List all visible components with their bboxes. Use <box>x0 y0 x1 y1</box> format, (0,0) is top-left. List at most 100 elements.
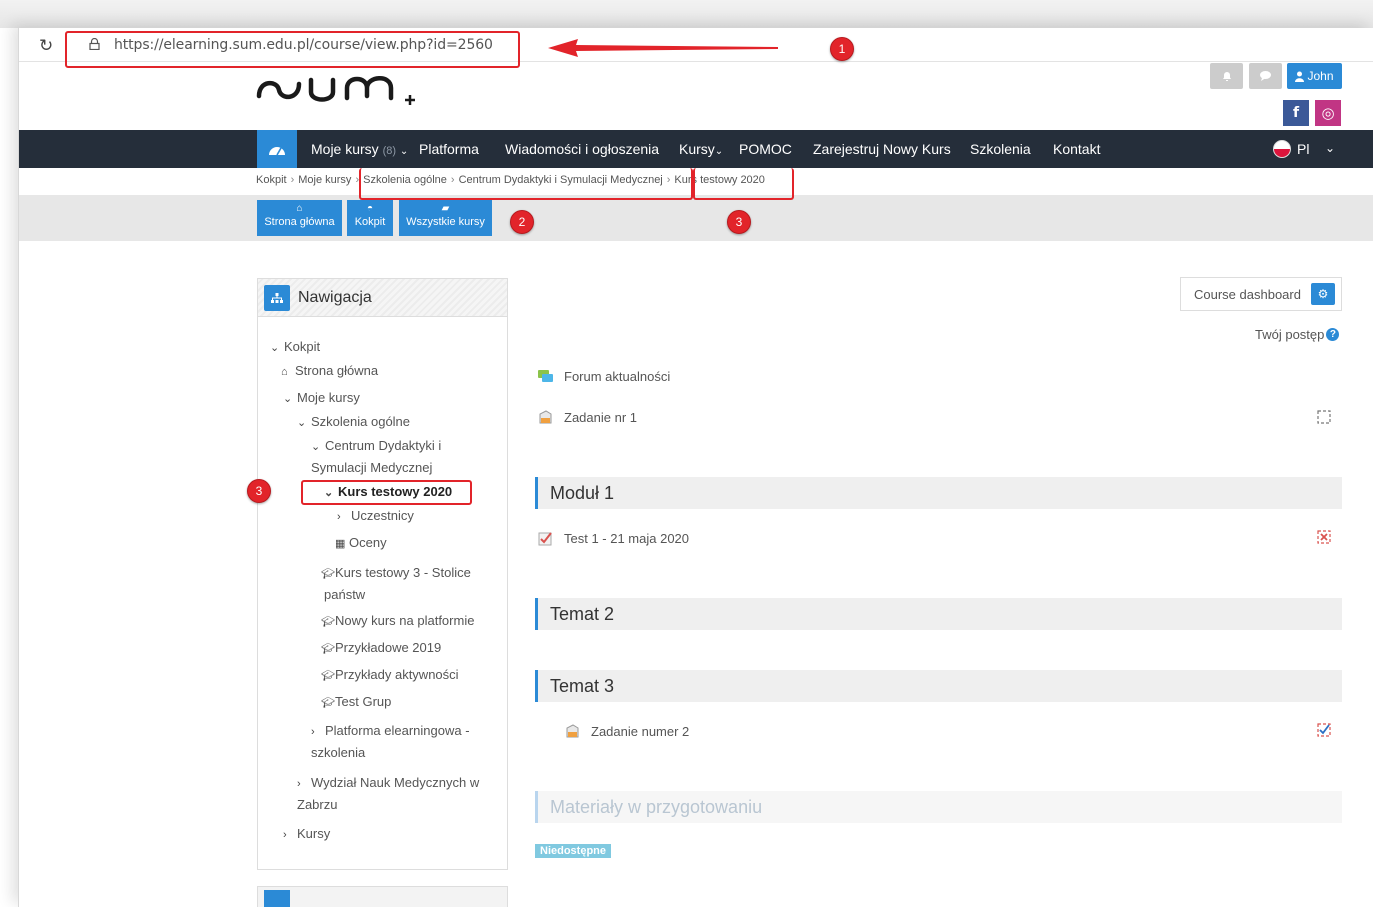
tree-label: Kurs testowy 3 - Stolice <box>335 565 471 580</box>
tree-item-kokpit[interactable]: ⌄ Kokpit <box>270 336 320 359</box>
nav-zarejestruj[interactable]: Zarejestruj Nowy Kurs <box>813 141 951 157</box>
facebook-letter: f <box>1292 105 1300 121</box>
user-icon <box>1295 71 1305 82</box>
breadcrumb-moje-kursy[interactable]: Moje kursy <box>298 174 351 186</box>
tree-item-wydzial[interactable]: › Wydział Nauk Medycznych w <box>297 772 479 795</box>
quick-kokpit-button[interactable]: ◓ Kokpit <box>347 200 393 236</box>
reload-icon[interactable]: ↻ <box>39 36 53 56</box>
notifications-button[interactable] <box>1210 63 1243 89</box>
completion-failed-icon[interactable] <box>1317 530 1331 544</box>
annotation-box-current <box>693 168 794 200</box>
quick-home-label: Strona główna <box>264 216 335 228</box>
nav-kontakt[interactable]: Kontakt <box>1053 141 1100 157</box>
graduation-cap-icon: 🎓︎ <box>321 643 335 655</box>
home-icon: ⌂ <box>296 203 303 214</box>
annotation-arrow <box>548 39 778 57</box>
nav-kursy[interactable]: Kursy⌄ <box>679 141 723 157</box>
tree-item-test-grup[interactable]: 🎓︎Test Grup <box>321 691 391 714</box>
messages-button[interactable] <box>1249 63 1282 89</box>
annotation-box-breadcrumb <box>359 168 693 200</box>
activity-test-1[interactable]: Test 1 - 21 maja 2020 <box>537 530 689 547</box>
progress-label: Twój postęp ? <box>1255 327 1340 342</box>
tree-label: Przykładowe 2019 <box>335 640 442 655</box>
chevron-down-icon[interactable]: ⌄ <box>1325 141 1335 155</box>
browser-window: ↻ https://elearning.sum.edu.pl/course/vi… <box>18 28 1373 907</box>
facebook-icon[interactable]: f <box>1283 100 1309 126</box>
dashboard-icon <box>269 146 285 155</box>
chevron-right-icon: › <box>311 726 315 738</box>
user-name: John <box>1307 69 1334 83</box>
instagram-icon[interactable]: ◎ <box>1315 100 1341 126</box>
tree-item-przyklady-aktywnosci[interactable]: 🎓︎Przykłady aktywności <box>321 664 459 687</box>
nav-moje-kursy[interactable]: Moje kursy (8) ⌄ <box>311 141 408 157</box>
navigation-title: Nawigacja <box>298 288 372 306</box>
tree-item-moje-kursy[interactable]: ⌄ Moje kursy <box>283 387 360 410</box>
tree-item-nowy-kurs[interactable]: 🎓︎Nowy kurs na platformie <box>321 610 474 633</box>
breadcrumb-separator: › <box>290 174 295 186</box>
graduation-cap-icon: 🎓︎ <box>321 670 335 682</box>
quick-all-courses-label: Wszystkie kursy <box>406 216 485 228</box>
tree-label: Przykłady aktywności <box>335 667 459 682</box>
tree-label: Wydział Nauk Medycznych w <box>311 775 480 790</box>
language-selector[interactable]: Pl <box>1273 140 1309 158</box>
tree-label: Moje kursy <box>297 390 360 405</box>
sum-logo[interactable] <box>255 66 421 110</box>
tree-item-przykladowe-2019[interactable]: 🎓︎Przykładowe 2019 <box>321 637 441 660</box>
nav-pomoc[interactable]: POMOC <box>739 141 792 157</box>
next-block-header <box>257 886 508 907</box>
chevron-right-icon: › <box>297 778 301 790</box>
tree-item-strona-glowna[interactable]: ⌂ Strona główna <box>281 360 378 383</box>
tree-label: Centrum Dydaktyki i <box>325 438 442 453</box>
quick-home-button[interactable]: ⌂ Strona główna <box>257 200 342 236</box>
completion-done-icon[interactable] <box>1317 723 1331 737</box>
annotation-box-tree-course <box>301 480 472 505</box>
main-navbar: Moje kursy (8) ⌄ Platforma Wiadomości i … <box>19 130 1373 168</box>
tree-item-kursy[interactable]: › Kursy <box>283 823 330 846</box>
activity-label: Zadanie numer 2 <box>591 724 690 739</box>
chevron-down-icon: ⌄ <box>270 342 280 354</box>
block-icon <box>264 890 290 907</box>
nav-dashboard-button[interactable] <box>257 130 297 168</box>
tree-item-kurs-testowy-3[interactable]: 🎓︎Kurs testowy 3 - Stolice <box>321 562 471 585</box>
completion-checkbox-icon[interactable] <box>1317 410 1331 424</box>
tree-item-kurs-testowy-3-line2[interactable]: państw <box>324 584 365 605</box>
nav-wiadomosci[interactable]: Wiadomości i ogłoszenia <box>505 141 659 157</box>
quick-all-courses-button[interactable]: ▰ Wszystkie kursy <box>399 200 492 236</box>
tree-label: Nowy kurs na platformie <box>335 613 475 628</box>
quick-kokpit-label: Kokpit <box>354 216 386 228</box>
dashboard-icon: ◓ <box>366 203 374 214</box>
user-menu-button[interactable]: John <box>1287 63 1342 89</box>
chevron-right-icon: › <box>337 511 341 523</box>
tree-item-wydzial-line2[interactable]: Zabrzu <box>297 794 337 815</box>
chevron-down-icon: ⌄ <box>399 146 409 157</box>
chevron-down-icon: ⌄ <box>297 417 307 429</box>
progress-text: Twój postęp <box>1255 327 1325 342</box>
nav-platforma[interactable]: Platforma <box>419 141 479 157</box>
gear-icon[interactable]: ⚙ <box>1311 283 1335 305</box>
activity-zadanie-2[interactable]: Zadanie numer 2 <box>564 723 689 740</box>
tree-label: Szkolenia ogólne <box>311 414 411 429</box>
breadcrumb-kokpit[interactable]: Kokpit <box>256 174 287 186</box>
chevron-down-icon: ⌄ <box>283 393 293 405</box>
tree-item-centrum-line2[interactable]: Symulacji Medycznej <box>311 457 432 478</box>
activity-forum[interactable]: Forum aktualności <box>537 368 670 385</box>
home-icon: ⌂ <box>281 366 288 378</box>
activity-zadanie-1[interactable]: Zadanie nr 1 <box>537 409 637 426</box>
assignment-icon <box>539 410 552 424</box>
annotation-badge-3: 3 <box>727 210 751 234</box>
quick-links-band <box>19 195 1373 241</box>
tree-label: Uczestnicy <box>351 508 414 523</box>
tree-item-oceny[interactable]: ▦ Oceny <box>335 532 387 555</box>
tree-item-centrum[interactable]: ⌄ Centrum Dydaktyki i <box>311 435 441 458</box>
tree-item-szkolenia-ogolne[interactable]: ⌄ Szkolenia ogólne <box>297 411 410 434</box>
tree-item-platforma-line2[interactable]: szkolenia <box>311 742 365 763</box>
tree-label: Oceny <box>349 535 387 550</box>
tree-label: Strona główna <box>295 363 379 378</box>
help-icon[interactable]: ? <box>1326 328 1340 341</box>
course-dashboard-button[interactable]: Course dashboard ⚙ <box>1180 277 1342 311</box>
nav-szkolenia[interactable]: Szkolenia <box>970 141 1031 157</box>
tree-item-platforma-elearningowa[interactable]: › Platforma elearningowa - <box>311 720 470 743</box>
section-materialy: Materiały w przygotowaniu <box>535 791 1342 823</box>
activity-label: Zadanie nr 1 <box>564 410 637 425</box>
tree-item-uczestnicy[interactable]: › Uczestnicy <box>337 505 414 528</box>
